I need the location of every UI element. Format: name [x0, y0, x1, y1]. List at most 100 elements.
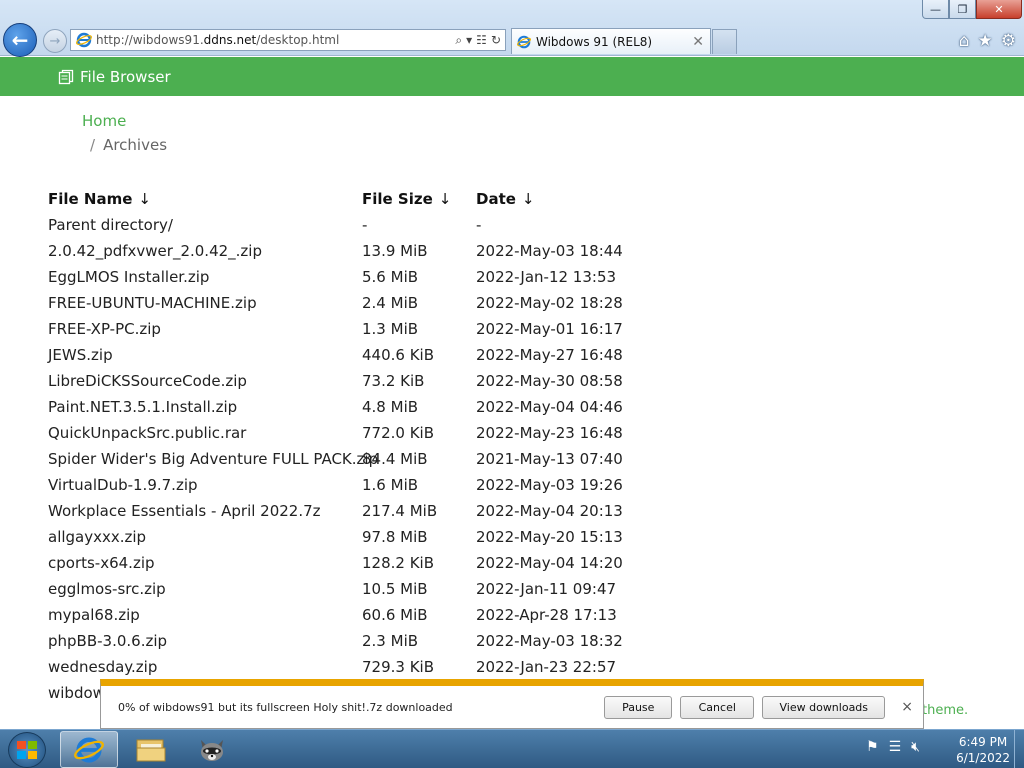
refresh-icon[interactable]: ↻ [491, 33, 501, 48]
file-name-link[interactable]: mypal68.zip [48, 606, 362, 624]
file-date: 2022-May-03 18:44 [476, 242, 623, 260]
table-row: FREE-UBUNTU-MACHINE.zip 2.4 MiB 2022-May-0… [48, 290, 676, 316]
sort-arrow-icon: ↓ [138, 190, 151, 208]
file-name-link[interactable]: allgayxxx.zip [48, 528, 362, 546]
file-size: 84.4 MiB [362, 450, 428, 468]
file-date: 2021-May-13 07:40 [476, 450, 623, 468]
home-icon[interactable]: ⌂ [959, 31, 970, 51]
file-name-link[interactable]: FREE-XP-PC.zip [48, 320, 362, 338]
volume-muted-icon[interactable]: 🔇︎ [911, 739, 920, 755]
clock[interactable]: 6:49 PM 6/1/2022 [956, 734, 1010, 766]
table-row: VirtualDub-1.9.7.zip 1.6 MiB 2022-May-03 1… [48, 472, 676, 498]
sort-by-size[interactable]: File Size ↓ [362, 190, 476, 208]
sort-arrow-icon: ↓ [438, 190, 452, 208]
taskbar-internet-explorer[interactable] [60, 731, 118, 768]
close-icon[interactable]: × [901, 699, 913, 715]
download-notification-bar: 0% of wibdows91 but its fullscreen Holy … [100, 679, 924, 729]
file-name-link[interactable]: Workplace Essentials - April 2022.7z [48, 502, 362, 520]
close-window-button[interactable]: ✕ [976, 0, 1022, 19]
new-tab-button[interactable] [712, 29, 737, 54]
gear-icon[interactable]: ⚙ [1001, 31, 1016, 51]
file-name-link[interactable]: FREE-UBUNTU-MACHINE.zip [48, 294, 362, 312]
taskbar-raccoon-app[interactable] [183, 731, 241, 768]
clock-date: 6/1/2022 [956, 751, 1010, 765]
file-name-link[interactable]: egglmos-src.zip [48, 580, 362, 598]
table-row: QuickUnpackSrc.public.rar 772.0 KiB 2022-M… [48, 420, 676, 446]
window-controls: — ❐ ✕ [922, 0, 1022, 19]
file-size: 128.2 KiB [362, 554, 435, 572]
table-header: File Name ↓ File Size ↓ Date ↓ [48, 186, 676, 212]
table-row: egglmos-src.zip 10.5 MiB 2022-Jan-11 09:47 [48, 576, 676, 602]
table-row: 2.0.42_pdfxvwer_2.0.42_.zip 13.9 MiB 2022-… [48, 238, 676, 264]
file-name-link[interactable]: 2.0.42_pdfxvwer_2.0.42_.zip [48, 242, 362, 260]
restore-button[interactable]: ❐ [949, 0, 976, 19]
table-row: allgayxxx.zip 97.8 MiB 2022-May-20 15:13 [48, 524, 676, 550]
pause-button[interactable]: Pause [604, 695, 673, 719]
file-name-link[interactable]: EggLMOS Installer.zip [48, 268, 362, 286]
address-bar[interactable]: http://wibdows91.ddns.net/desktop.html ⌕… [70, 29, 506, 51]
back-button[interactable]: ← [3, 23, 37, 57]
cancel-button[interactable]: Cancel [680, 695, 755, 719]
file-date: 2022-May-01 16:17 [476, 320, 623, 338]
file-name-link[interactable]: Parent directory/ [48, 216, 362, 234]
file-name-link[interactable]: VirtualDub-1.9.7.zip [48, 476, 362, 494]
chevron-down-icon[interactable]: ▾ [466, 33, 472, 48]
taskbar-file-explorer[interactable] [122, 731, 180, 768]
view-downloads-button[interactable]: View downloads [762, 695, 886, 719]
file-size: - [362, 216, 368, 234]
browser-chrome: — ❐ ✕ ← → http://wibdows91.ddns.net/desk… [0, 0, 1024, 57]
arrow-left-icon: ← [11, 28, 29, 52]
file-size: 729.3 KiB [362, 658, 435, 676]
compatibility-icon[interactable]: ☷ [476, 33, 487, 48]
file-name-link[interactable]: LibreDiCKSSourceCode.zip [48, 372, 362, 390]
file-size: 97.8 MiB [362, 528, 428, 546]
network-icon[interactable]: ☰ [889, 739, 902, 755]
file-size: 2.3 MiB [362, 632, 419, 650]
arrow-right-icon: → [49, 33, 61, 49]
file-date: - [476, 216, 482, 234]
breadcrumb-home-link[interactable]: Home [82, 112, 167, 130]
table-row: mypal68.zip 60.6 MiB 2022-Apr-28 17:13 [48, 602, 676, 628]
ie-icon [74, 736, 104, 763]
show-desktop-button[interactable] [1014, 730, 1024, 768]
file-size: 13.9 MiB [362, 242, 428, 260]
theme-link[interactable]: theme. [922, 703, 968, 718]
sort-arrow-icon: ↓ [521, 190, 535, 208]
file-size: 1.6 MiB [362, 476, 419, 494]
file-date: 2022-May-03 18:32 [476, 632, 623, 650]
file-name-link[interactable]: wednesday.zip [48, 658, 362, 676]
search-icon[interactable]: ⌕ [455, 33, 462, 48]
file-name-link[interactable]: Paint.NET.3.5.1.Install.zip [48, 398, 362, 416]
flag-icon[interactable]: ⚑ [866, 739, 879, 755]
file-name-link[interactable]: QuickUnpackSrc.public.rar [48, 424, 362, 442]
file-name-link[interactable]: phpBB-3.0.6.zip [48, 632, 362, 650]
file-name-link[interactable]: JEWS.zip [48, 346, 362, 364]
system-tray: ⚑ ☰ 🔇︎ [866, 739, 920, 755]
table-row: Spider Wider's Big Adventure FULL PACK.z… [48, 446, 676, 472]
sort-by-date[interactable]: Date ↓ [476, 190, 676, 208]
sort-by-name[interactable]: File Name ↓ [48, 190, 362, 208]
page-title: File Browser [80, 67, 171, 86]
download-status-text: 0% of wibdows91 but its fullscreen Holy … [118, 700, 453, 714]
tab-wibdows91[interactable]: Wibdows 91 (REL8) ✕ [511, 28, 711, 54]
file-date: 2022-May-23 16:48 [476, 424, 623, 442]
file-size: 440.6 KiB [362, 346, 435, 364]
table-row: EggLMOS Installer.zip 5.6 MiB 2022-Jan-12 … [48, 264, 676, 290]
file-date: 2022-May-27 16:48 [476, 346, 623, 364]
file-name-link[interactable]: cports-x64.zip [48, 554, 362, 572]
table-row: Workplace Essentials - April 2022.7z 217.… [48, 498, 676, 524]
forward-button[interactable]: → [43, 29, 67, 53]
file-size: 60.6 MiB [362, 606, 428, 624]
ie-icon [76, 32, 92, 48]
file-date: 2022-May-30 08:58 [476, 372, 623, 390]
file-name-link[interactable]: Spider Wider's Big Adventure FULL PACK.z… [48, 450, 378, 468]
start-button[interactable] [8, 732, 46, 768]
url-text[interactable]: http://wibdows91.ddns.net/desktop.html [96, 33, 455, 47]
minimize-button[interactable]: — [922, 0, 949, 19]
raccoon-icon [201, 739, 223, 761]
windows-logo-icon [17, 741, 37, 759]
file-size: 10.5 MiB [362, 580, 428, 598]
tab-close-icon[interactable]: ✕ [692, 34, 704, 50]
folder-icon [136, 739, 166, 761]
star-icon[interactable]: ★ [978, 31, 993, 51]
